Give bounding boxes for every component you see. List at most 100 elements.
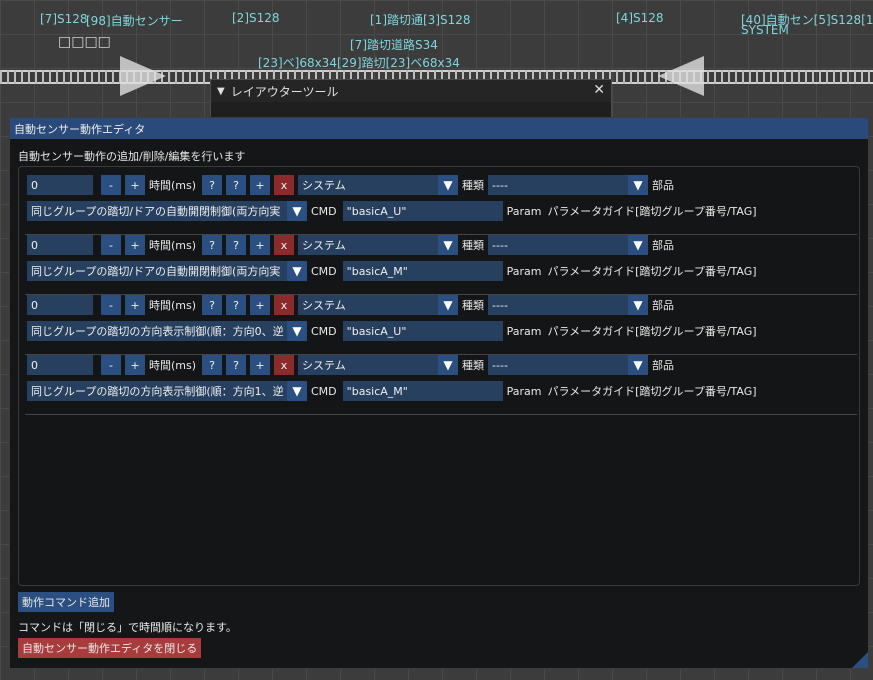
action-entry: 0- + 時間(ms)?? + x システム ▼ 種類 ---- ▼ 部品 同じグループの踏切/ドアの…: [25, 175, 857, 235]
action-entry: 0- + 時間(ms)?? + x システム ▼ 種類 ---- ▼ 部品 同じグループの踏切/ドアの…: [25, 235, 857, 295]
sort-note: コマンドは「閉じる」で時間順になります。: [18, 621, 237, 634]
cmd-input[interactable]: "basicA_M": [342, 261, 503, 281]
kind-label: 種類: [462, 359, 485, 372]
param-guide: パラメータガイド[踏切グループ番号/TAG]: [547, 265, 757, 278]
layout-tool-window: ▼ レイアウターツール ✕: [210, 79, 612, 121]
close-editor-button[interactable]: 自動センサー動作エディタを閉じる: [18, 638, 202, 658]
time-decrement-button[interactable]: -: [101, 295, 121, 315]
time-input[interactable]: 0: [27, 295, 93, 315]
bg-label: [1]踏切通[3]S128: [370, 13, 471, 27]
time-increment-button[interactable]: +: [125, 235, 145, 255]
action-entry: 0- + 時間(ms)?? + x システム ▼ 種類 ---- ▼ 部品 同じグループの踏切の方向表…: [25, 355, 857, 415]
param-guide: パラメータガイド[踏切グループ番号/TAG]: [547, 325, 757, 338]
kind-select[interactable]: ---- ▼: [488, 355, 649, 375]
command-select-value: 同じグループの踏切/ドアの自動開閉制御(両方向実: [31, 205, 281, 218]
help-button[interactable]: ?: [202, 295, 223, 315]
system-select[interactable]: システム ▼: [298, 175, 459, 195]
cmd-label: CMD: [311, 324, 337, 338]
system-select-value: システム: [302, 239, 346, 252]
param-guide: パラメータガイド[踏切グループ番号/TAG]: [547, 205, 757, 218]
system-select[interactable]: システム ▼: [298, 295, 459, 315]
kind-label: 種類: [462, 299, 485, 312]
chevron-down-icon: ▼: [438, 175, 459, 195]
chevron-down-icon: ▼: [628, 355, 649, 375]
bg-label: [2]S128: [232, 11, 280, 25]
cmd-label: CMD: [311, 204, 337, 218]
time-input[interactable]: 0: [27, 235, 93, 255]
param-label: Param: [506, 264, 542, 278]
insert-button[interactable]: +: [250, 295, 271, 315]
kind-select[interactable]: ---- ▼: [488, 295, 649, 315]
cmd-input[interactable]: "basicA_M": [342, 381, 503, 401]
param-guide: パラメータガイド[踏切グループ番号/TAG]: [547, 385, 757, 398]
chevron-down-icon: ▼: [628, 235, 649, 255]
command-select[interactable]: 同じグループの踏切の方向表示制御(順：方向1、逆 ▼: [27, 381, 307, 401]
insert-button[interactable]: +: [250, 355, 271, 375]
insert-button[interactable]: +: [250, 235, 271, 255]
chevron-down-icon: ▼: [287, 381, 307, 401]
help-button[interactable]: ?: [226, 235, 247, 255]
insert-button[interactable]: +: [250, 175, 271, 195]
bg-label: SYSTEM: [741, 23, 789, 37]
triangle-down-icon[interactable]: ▼: [217, 86, 225, 97]
help-button[interactable]: ?: [226, 355, 247, 375]
time-label: 時間(ms): [149, 179, 197, 192]
kind-select-value: ----: [492, 238, 508, 252]
system-select[interactable]: システム ▼: [298, 355, 459, 375]
system-select[interactable]: システム ▼: [298, 235, 459, 255]
system-select-value: システム: [302, 179, 346, 192]
time-input[interactable]: 0: [27, 175, 93, 195]
help-button[interactable]: ?: [202, 235, 223, 255]
time-label: 時間(ms): [149, 299, 197, 312]
bg-label: [98]自動センサー: [86, 14, 183, 28]
time-increment-button[interactable]: +: [125, 295, 145, 315]
delete-button[interactable]: x: [274, 235, 295, 255]
delete-button[interactable]: x: [274, 355, 295, 375]
add-command-button[interactable]: 動作コマンド追加: [18, 592, 114, 612]
layout-tool-titlebar[interactable]: ▼ レイアウターツール: [211, 80, 611, 102]
time-input[interactable]: 0: [27, 355, 93, 375]
cmd-label: CMD: [311, 264, 337, 278]
cmd-input[interactable]: "basicA_U": [342, 201, 503, 221]
param-label: Param: [506, 384, 542, 398]
time-decrement-button[interactable]: -: [101, 175, 121, 195]
kind-select-value: ----: [492, 298, 508, 312]
kind-select[interactable]: ---- ▼: [488, 235, 649, 255]
param-label: Param: [506, 204, 542, 218]
part-label: 部品: [652, 299, 675, 312]
time-label: 時間(ms): [149, 359, 197, 372]
delete-button[interactable]: x: [274, 175, 295, 195]
resize-handle[interactable]: [852, 652, 868, 668]
delete-button[interactable]: x: [274, 295, 295, 315]
part-label: 部品: [652, 179, 675, 192]
kind-label: 種類: [462, 239, 485, 252]
editor-title: 自動センサー動作エディタ: [14, 122, 146, 136]
bg-label: □□□□: [58, 34, 111, 50]
kind-select-value: ----: [492, 358, 508, 372]
time-decrement-button[interactable]: -: [101, 355, 121, 375]
kind-label: 種類: [462, 179, 485, 192]
time-increment-button[interactable]: +: [125, 175, 145, 195]
cmd-input[interactable]: "basicA_U": [342, 321, 503, 341]
command-select[interactable]: 同じグループの踏切の方向表示制御(順：方向0、逆 ▼: [27, 321, 307, 341]
action-list[interactable]: 0- + 時間(ms)?? + x システム ▼ 種類 ---- ▼ 部品 同じグループの踏切/ドアの…: [18, 166, 860, 586]
close-icon[interactable]: ✕: [593, 82, 605, 98]
help-button[interactable]: ?: [202, 175, 223, 195]
system-select-value: システム: [302, 299, 346, 312]
time-increment-button[interactable]: +: [125, 355, 145, 375]
editor-titlebar[interactable]: 自動センサー動作エディタ: [10, 118, 868, 139]
action-entry: 0- + 時間(ms)?? + x システム ▼ 種類 ---- ▼ 部品 同じグループの踏切の方向表…: [25, 295, 857, 355]
command-select[interactable]: 同じグループの踏切/ドアの自動開閉制御(両方向実 ▼: [27, 261, 307, 281]
command-select[interactable]: 同じグループの踏切/ドアの自動開閉制御(両方向実 ▼: [27, 201, 307, 221]
time-decrement-button[interactable]: -: [101, 235, 121, 255]
help-button[interactable]: ?: [202, 355, 223, 375]
part-label: 部品: [652, 239, 675, 252]
chevron-down-icon: ▼: [287, 261, 307, 281]
kind-select[interactable]: ---- ▼: [488, 175, 649, 195]
help-button[interactable]: ?: [226, 295, 247, 315]
system-select-value: システム: [302, 359, 346, 372]
bg-label: [4]S128: [616, 11, 664, 25]
cmd-label: CMD: [311, 384, 337, 398]
help-button[interactable]: ?: [226, 175, 247, 195]
bg-label: [23]ベ]68x34[29]踏切[23]ベ68x34: [258, 56, 460, 70]
